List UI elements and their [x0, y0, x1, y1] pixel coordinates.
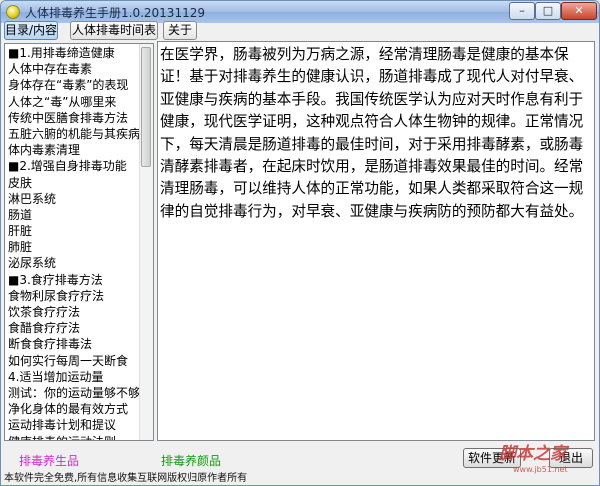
sidebar-item[interactable]: ■2.增强自身排毒功能 — [8, 158, 140, 174]
scroll-thumb[interactable] — [141, 47, 151, 167]
sidebar-item[interactable]: 肝脏 — [8, 223, 140, 239]
article-content: 在医学界，肠毒被列为万病之源，经常清理肠毒是健康的基本保证！基于对排毒养生的健康… — [157, 41, 595, 441]
app-window: 人体排毒养生手册1.0.20131129 – □ ✕ 目录/内容 人体排毒时间表… — [0, 0, 600, 486]
sidebar-item[interactable]: 传统中医膳食排毒方法 — [8, 110, 140, 126]
sidebar-item[interactable]: 身体存在“毒素”的表现 — [8, 77, 140, 93]
sidebar-item[interactable]: 如何实行每周一天断食 — [8, 353, 140, 369]
sidebar-item[interactable]: 食醋食疗疗法 — [8, 320, 140, 336]
toc-scrollbar[interactable] — [139, 44, 153, 440]
tab-about[interactable]: 关于 — [163, 21, 197, 40]
sidebar-item[interactable]: 4.适当增加运动量 — [8, 369, 140, 385]
sidebar-item[interactable]: 食物利尿食疗疗法 — [8, 288, 140, 304]
beauty-products-link[interactable]: 排毒养颜品 — [161, 452, 221, 469]
tab-contents[interactable]: 目录/内容 — [4, 21, 58, 40]
sidebar-item[interactable]: ■1.用排毒缔造健康 — [8, 45, 140, 61]
toc-list: ■1.用排毒缔造健康 人体中存在毒素 身体存在“毒素”的表现 人体之“毒”从哪里来 传统… — [8, 45, 140, 441]
status-bar: 本软件完全免费,所有信息收集互联网版权归原作者所有 — [4, 473, 248, 484]
close-button[interactable]: ✕ — [561, 2, 597, 20]
sidebar-item[interactable]: 肺脏 — [8, 239, 140, 255]
sidebar-item[interactable]: 人体之“毒”从哪里来 — [8, 94, 140, 110]
sidebar-item[interactable]: 人体中存在毒素 — [8, 61, 140, 77]
sidebar-item[interactable]: 运动排毒计划和提议 — [8, 417, 140, 433]
sidebar-item[interactable]: 测试：你的运动量够不够 — [8, 385, 140, 401]
sidebar-item[interactable]: 皮肤 — [8, 175, 140, 191]
article-text: 在医学界，肠毒被列为万病之源，经常清理肠毒是健康的基本保证！基于对排毒养生的健康… — [160, 46, 584, 220]
sidebar-item[interactable]: 断食食疗排毒法 — [8, 336, 140, 352]
sidebar-item[interactable]: 体内毒素清理 — [8, 142, 140, 158]
minimize-button[interactable]: – — [509, 2, 535, 20]
window-title: 人体排毒养生手册1.0.20131129 — [25, 6, 205, 20]
sidebar-item[interactable]: 健康排毒的运动法则 — [8, 434, 140, 441]
tab-detox-schedule[interactable]: 人体排毒时间表 — [70, 21, 158, 40]
sidebar-item[interactable]: 饮茶食疗疗法 — [8, 304, 140, 320]
app-icon — [6, 5, 20, 19]
detox-products-link[interactable]: 排毒养生品 — [19, 452, 79, 469]
sidebar-item[interactable]: 五脏六腑的机能与其疾病 — [8, 126, 140, 142]
sidebar-item[interactable]: 净化身体的最有效方式 — [8, 401, 140, 417]
sidebar-item[interactable]: 肠道 — [8, 207, 140, 223]
sidebar-item[interactable]: 淋巴系统 — [8, 191, 140, 207]
sidebar-item[interactable]: 泌尿系统 — [8, 255, 140, 271]
maximize-button[interactable]: □ — [535, 2, 561, 20]
sidebar-item[interactable]: ■3.食疗排毒方法 — [8, 272, 140, 288]
table-of-contents: ■1.用排毒缔造健康 人体中存在毒素 身体存在“毒素”的表现 人体之“毒”从哪里来 传统… — [4, 43, 154, 441]
title-bar[interactable]: 人体排毒养生手册1.0.20131129 – □ ✕ — [1, 1, 599, 23]
